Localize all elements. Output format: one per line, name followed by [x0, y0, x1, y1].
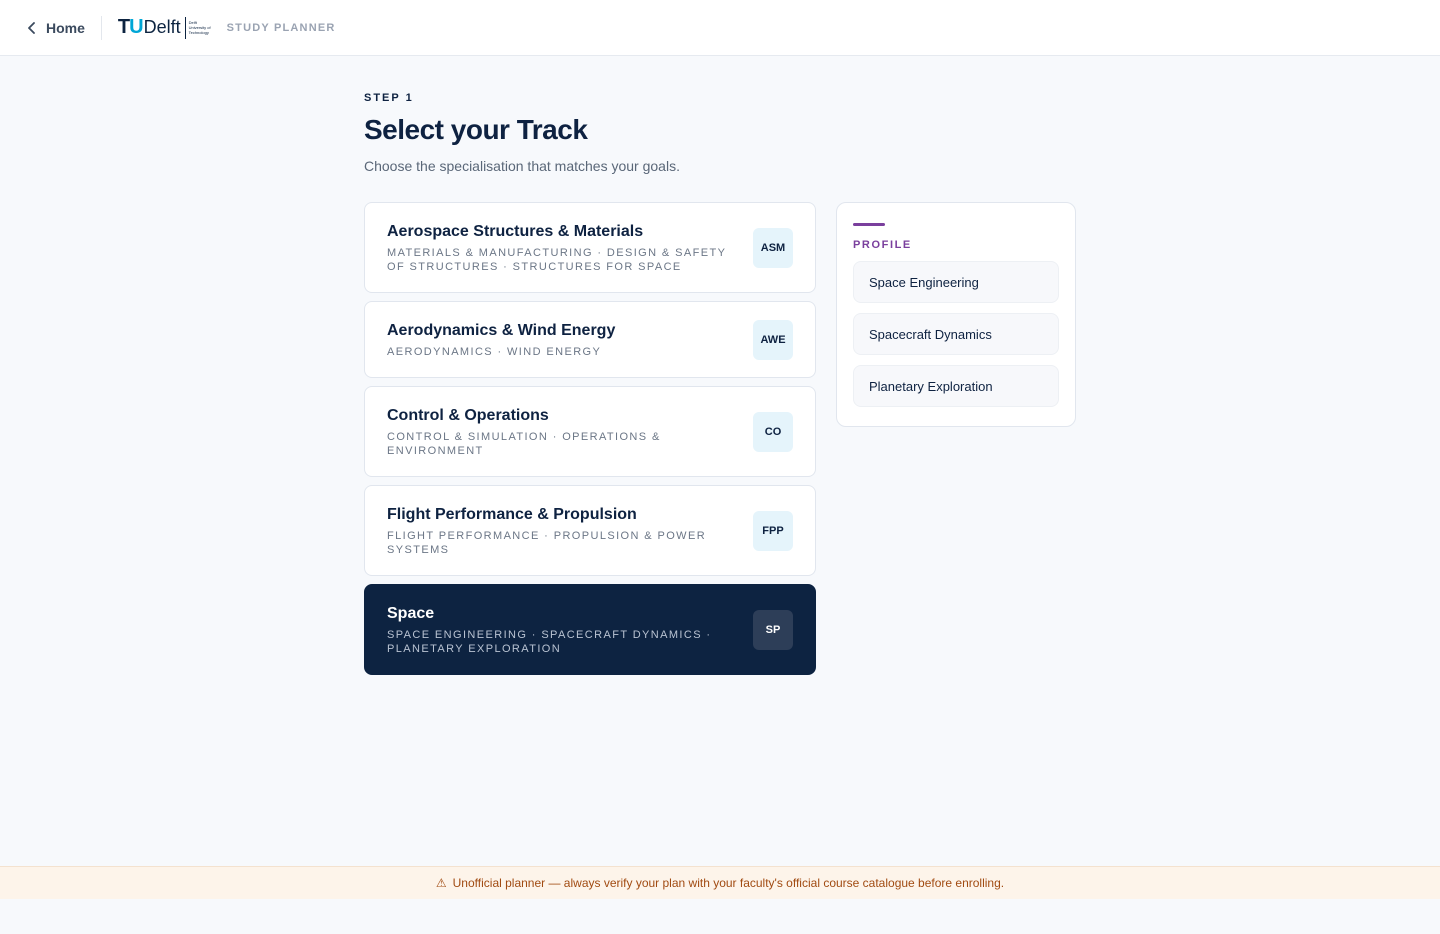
- track-card-awe[interactable]: Aerodynamics & Wind Energy Aerodynamics …: [364, 301, 816, 378]
- track-badge: SP: [753, 609, 793, 650]
- profile-item-space-engineering[interactable]: Space Engineering: [853, 261, 1059, 303]
- step-label: STEP 1: [364, 92, 414, 104]
- track-areas: Space Engineering · Spacecraft Dynamics …: [387, 629, 712, 655]
- header-divider: [100, 15, 102, 40]
- profile-accent-bar: [853, 223, 885, 226]
- track-areas: Control & Simulation · Operations & Envi…: [387, 431, 661, 457]
- home-label: Home: [46, 19, 85, 36]
- chevron-left-icon: [28, 21, 35, 34]
- warning-icon: ⚠: [435, 876, 447, 890]
- profile-label: PROFILE: [853, 239, 912, 251]
- track-list: Aerospace Structures & Materials Materia…: [364, 202, 816, 683]
- track-badge: ASM: [753, 227, 793, 268]
- disclaimer-text: Unofficial planner — always verify your …: [452, 876, 1005, 890]
- profile-panel: PROFILE Space Engineering Spacecraft Dyn…: [836, 202, 1076, 427]
- track-card-fpp[interactable]: Flight Performance & Propulsion Flight P…: [364, 485, 816, 576]
- track-name: Aerodynamics & Wind Energy: [387, 322, 616, 339]
- track-name: Flight Performance & Propulsion: [387, 506, 637, 523]
- track-areas: Materials & Manufacturing · Design & Saf…: [387, 247, 727, 273]
- study-planner-label: STUDY PLANNER: [226, 21, 336, 34]
- profile-item-planetary-exploration[interactable]: Planetary Exploration: [853, 365, 1059, 407]
- track-name: Control & Operations: [387, 407, 549, 424]
- track-card-co[interactable]: Control & Operations Control & Simulatio…: [364, 386, 816, 477]
- disclaimer-banner: ⚠ Unofficial planner — always verify you…: [0, 866, 1440, 899]
- track-areas: Flight Performance · Propulsion & Power …: [387, 530, 707, 556]
- page-title: Select your Track: [364, 114, 588, 145]
- track-areas: Aerodynamics · Wind Energy: [387, 346, 602, 358]
- profile-item-spacecraft-dynamics[interactable]: Spacecraft Dynamics: [853, 313, 1059, 355]
- page-subtitle: Choose the specialisation that matches y…: [364, 158, 680, 174]
- track-name: Aerospace Structures & Materials: [387, 223, 644, 240]
- track-name: Space: [387, 605, 435, 622]
- track-card-asm[interactable]: Aerospace Structures & Materials Materia…: [364, 202, 816, 293]
- top-bar: Home TU Delft Delft University of Technolo…: [0, 0, 1440, 56]
- track-badge: CO: [753, 411, 793, 452]
- track-card-sp[interactable]: Space Space Engineering · Spacecraft Dyn…: [364, 584, 816, 675]
- home-link[interactable]: Home: [26, 20, 85, 36]
- step-header: STEP 1 Select your Track Choose the spec…: [364, 92, 1076, 174]
- track-badge: FPP: [753, 510, 793, 551]
- tu-delft-logo: TU Delft Delft University of Technology: [117, 16, 211, 39]
- track-badge: AWE: [753, 319, 793, 360]
